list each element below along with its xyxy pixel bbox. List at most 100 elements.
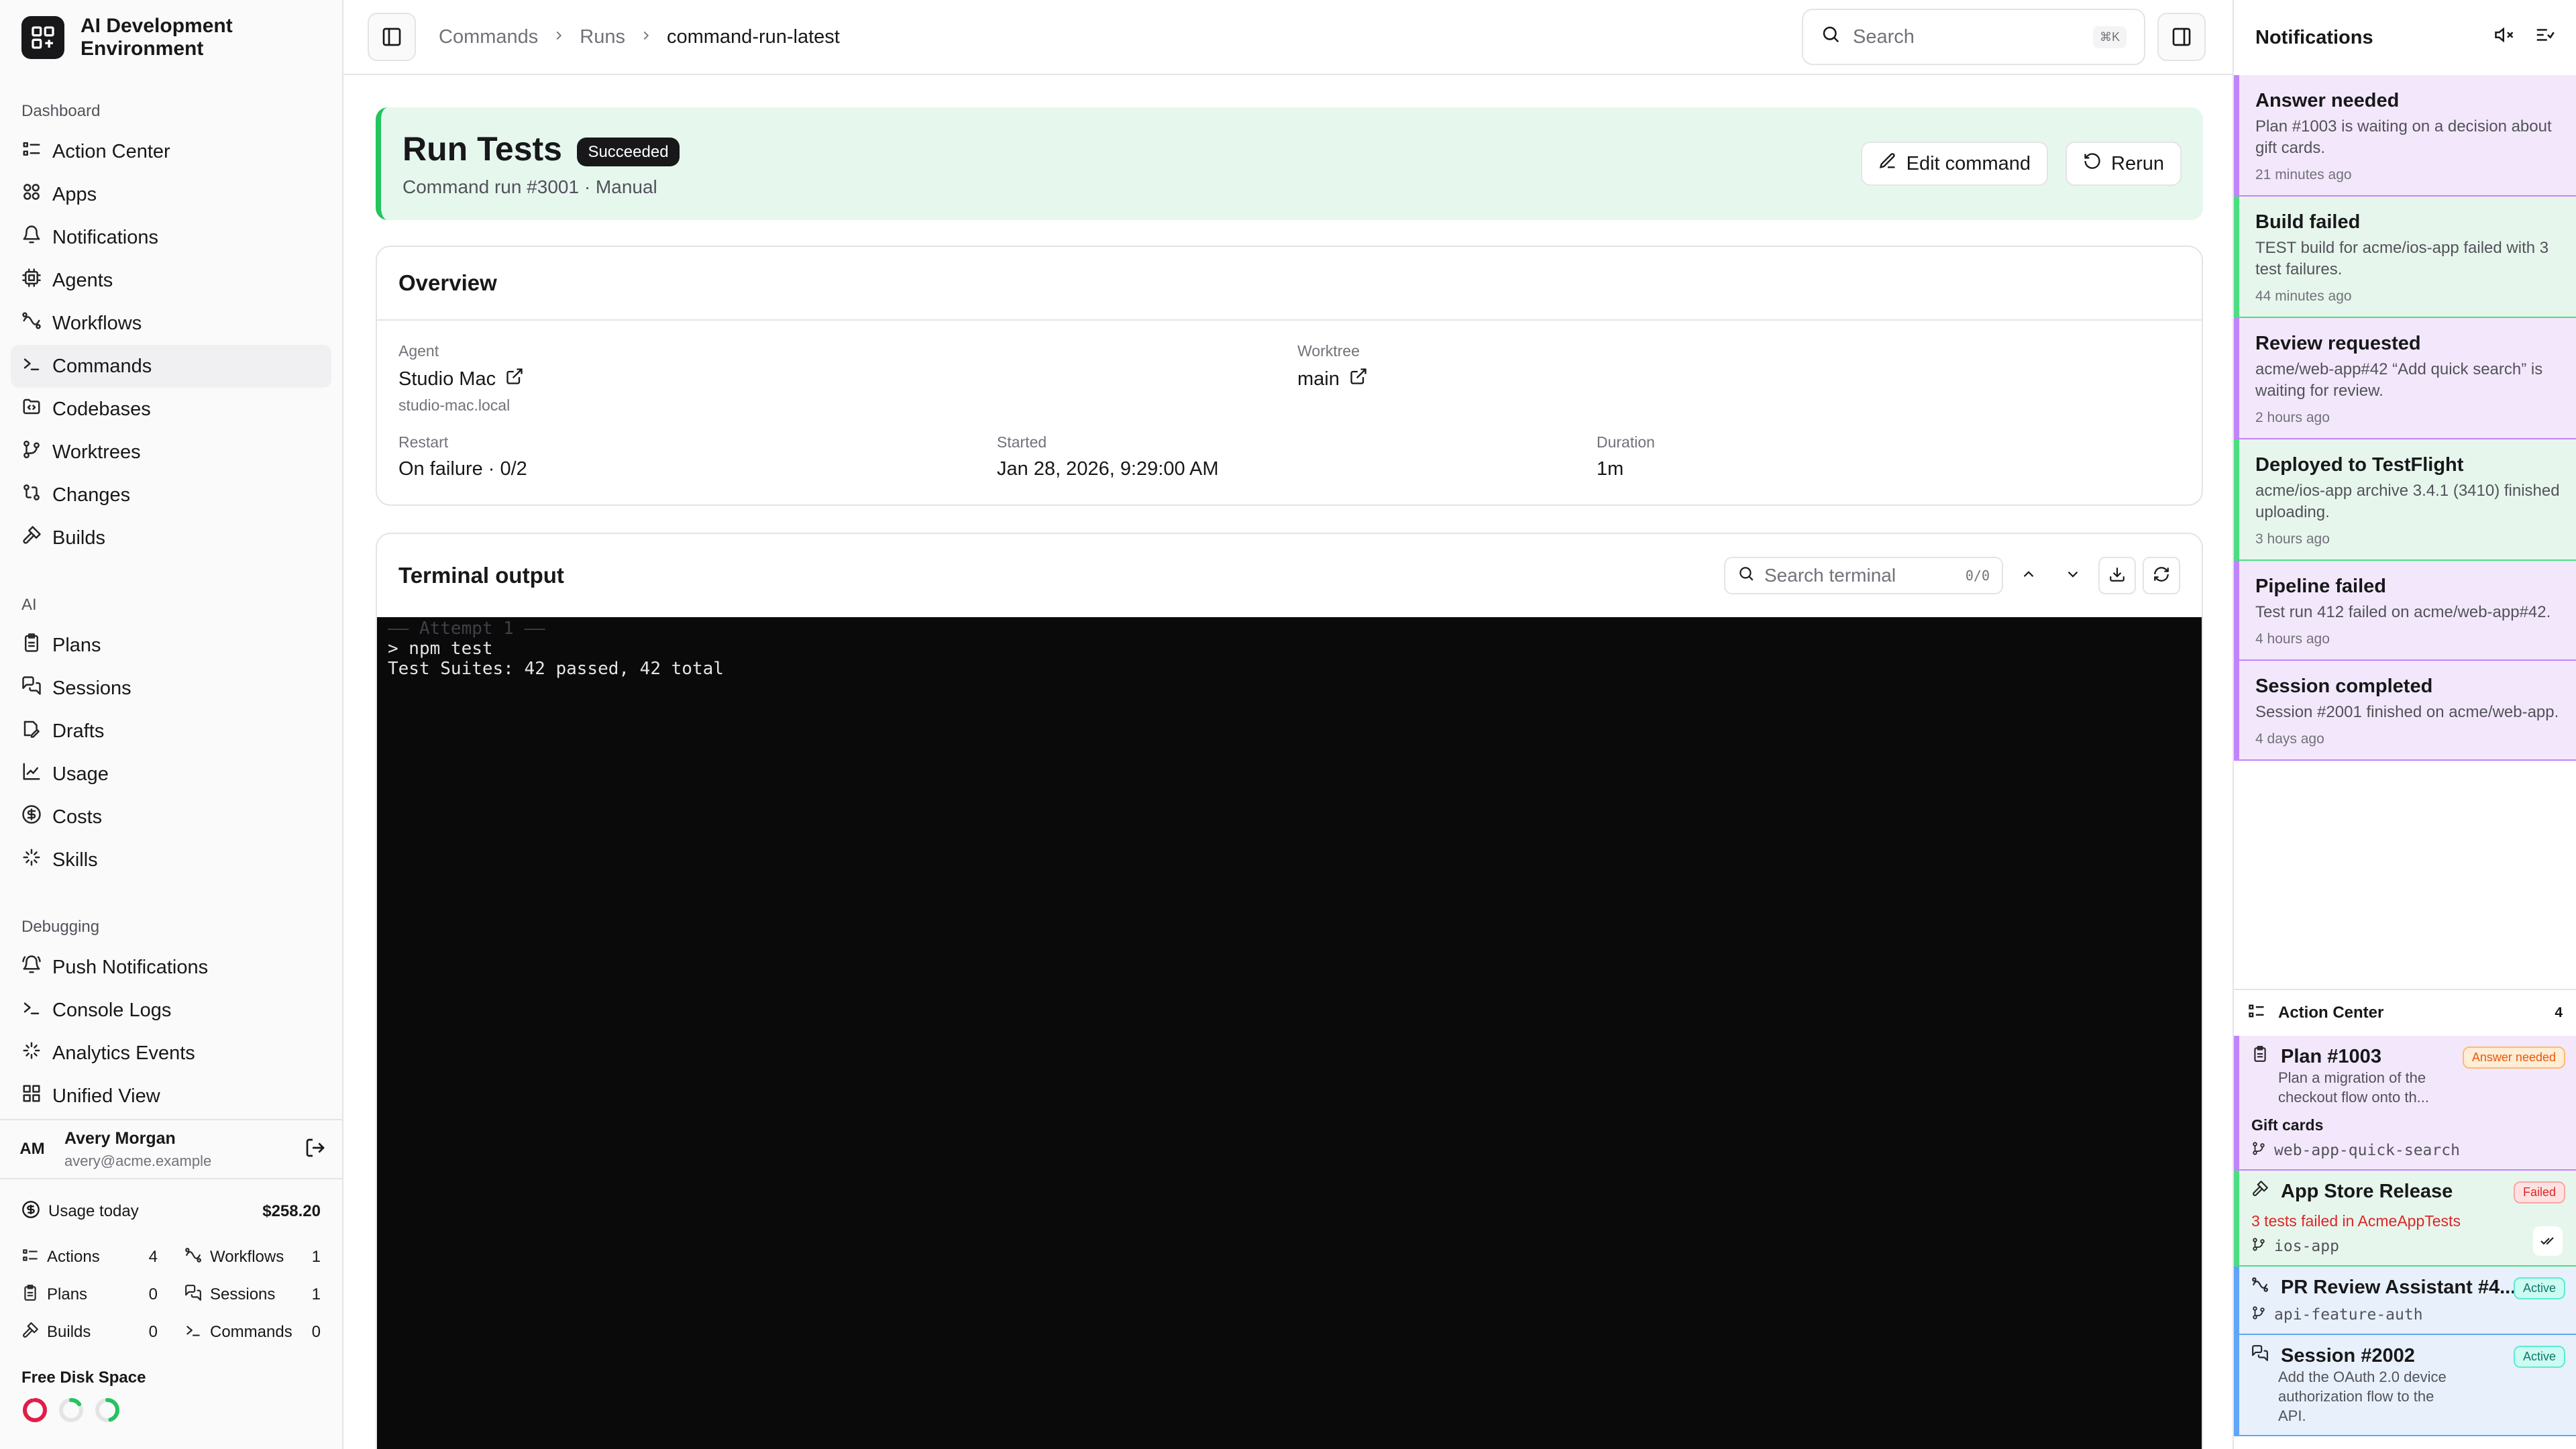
action-item[interactable]: Plan #1003 Answer needed Plan a migration… [2234, 1036, 2576, 1171]
sparkle-icon [21, 1040, 42, 1066]
sidebar-item-sessions[interactable]: Sessions [11, 667, 331, 710]
toggle-panel-button[interactable] [2157, 13, 2206, 61]
external-link-icon[interactable] [505, 367, 524, 391]
sidebar-item-push-notifications[interactable]: Push Notifications [11, 946, 331, 989]
check-icon[interactable] [2533, 1226, 2563, 1256]
sidebar-item-label: Codebases [52, 398, 151, 420]
notification-item[interactable]: Session completed Session #2001 finished… [2234, 661, 2576, 761]
terminal-card: Terminal output Search terminal 0/0 —— A… [376, 533, 2203, 1449]
mute-icon[interactable] [2494, 25, 2514, 50]
user-name: Avery Morgan [64, 1128, 176, 1148]
sidebar-item-action-center[interactable]: Action Center [11, 130, 331, 173]
brand[interactable]: AI Development Environment [0, 0, 342, 75]
download-log-button[interactable] [2098, 557, 2136, 594]
stat-commands: Commands 0 [184, 1313, 321, 1351]
agent-host: studio-mac.local [398, 396, 511, 414]
logout-icon[interactable] [305, 1137, 326, 1162]
action-item[interactable]: Session #2002 Active Add the OAuth 2.0 de… [2234, 1335, 2576, 1436]
sidebar-item-label: Action Center [52, 140, 170, 162]
terminal-output[interactable]: —— Attempt 1 —— > npm test Test Suites: 42… [377, 617, 2202, 1449]
stat-label: Builds [47, 1323, 91, 1341]
notification-time: 2 hours ago [2255, 410, 2330, 425]
notification-title: Deployed to TestFlight [2255, 454, 2464, 476]
notification-item[interactable]: Deployed to TestFlight acme/ios-app arch… [2234, 439, 2576, 561]
sidebar-item-commands[interactable]: Commands [11, 345, 331, 388]
sidebar-item-usage[interactable]: Usage [11, 753, 331, 796]
sidebar-item-label: Skills [52, 849, 98, 871]
terminal-icon [21, 354, 42, 379]
action-item-error: 3 tests failed in AcmeAppTests [2251, 1212, 2461, 1230]
notification-time: 4 hours ago [2255, 631, 2330, 647]
rerun-button[interactable]: Rerun [2065, 142, 2182, 186]
terminal-icon [184, 1322, 202, 1344]
toggle-sidebar-button[interactable] [368, 13, 416, 61]
sidebar-item-codebases[interactable]: Codebases [11, 388, 331, 431]
refresh-log-button[interactable] [2143, 557, 2180, 594]
sidebar-item-worktrees[interactable]: Worktrees [11, 431, 331, 474]
disk-label: Free Disk Space [21, 1368, 146, 1387]
sidebar-item-builds[interactable]: Builds [11, 517, 331, 559]
list-check-icon [21, 139, 42, 164]
disk-ring-0 [23, 1398, 47, 1422]
action-center: Action Center 4 Plan #1003 Answer needed… [2234, 989, 2576, 1436]
sidebar-item-console-logs[interactable]: Console Logs [11, 989, 331, 1032]
sidebar-item-skills[interactable]: Skills [11, 839, 331, 881]
edit-command-button[interactable]: Edit command [1860, 142, 2048, 186]
notification-title: Pipeline failed [2255, 576, 2386, 597]
worktree-value[interactable]: main [1297, 368, 1340, 390]
sidebar-item-analytics-events[interactable]: Analytics Events [11, 1032, 331, 1075]
notification-item[interactable]: Review requested acme/web-app#42 “Add qu… [2234, 318, 2576, 439]
action-item[interactable]: PR Review Assistant #4... Active api-feat… [2234, 1267, 2576, 1335]
started-label: Started [997, 433, 1047, 451]
sidebar-item-label: Plans [52, 634, 101, 656]
action-item-title: App Store Release [2281, 1180, 2453, 1202]
next-match-button[interactable] [2054, 557, 2092, 594]
search-icon [1737, 565, 1755, 587]
sidebar-item-label: Commands [52, 355, 152, 377]
notification-title: Build failed [2255, 211, 2361, 233]
breadcrumb-runs[interactable]: Runs [580, 26, 625, 48]
run-subtitle: Command run #3001 · Manual [402, 176, 657, 197]
sidebar-item-costs[interactable]: Costs [11, 796, 331, 839]
sidebar-item-drafts[interactable]: Drafts [11, 710, 331, 753]
hammer-icon [21, 525, 42, 551]
chevron-right-icon [639, 26, 653, 48]
terminal-title: Terminal output [398, 563, 564, 588]
sidebar-item-notifications[interactable]: Notifications [11, 216, 331, 259]
sidebar-item-changes[interactable]: Changes [11, 474, 331, 517]
restart-value: On failure · 0/2 [398, 458, 527, 480]
sidebar-item-apps[interactable]: Apps [11, 173, 331, 216]
rotate-icon [2083, 152, 2102, 176]
section-0-label: Dashboard [21, 102, 101, 120]
notification-title: Review requested [2255, 333, 2421, 354]
restart-field: Restart On failure · 0/2 [398, 433, 527, 480]
search-placeholder: Search [1853, 25, 1915, 48]
agent-value[interactable]: Studio Mac [398, 368, 496, 390]
sidebar-item-label: Console Logs [52, 999, 172, 1021]
stat-workflows: Workflows 1 [184, 1238, 321, 1276]
sidebar-item-agents[interactable]: Agents [11, 259, 331, 302]
started-value: Jan 28, 2026, 9:29:00 AM [997, 458, 1219, 480]
external-link-icon[interactable] [1349, 367, 1368, 391]
draft-icon [21, 718, 42, 744]
notification-item[interactable]: Pipeline failed Test run 412 failed on a… [2234, 561, 2576, 661]
action-item[interactable]: App Store Release Failed 3 tests failed i… [2234, 1171, 2576, 1267]
mark-all-read-icon[interactable] [2534, 25, 2555, 50]
previous-match-button[interactable] [2010, 557, 2047, 594]
breadcrumb-commands[interactable]: Commands [439, 26, 538, 48]
stat-value: 4 [148, 1248, 158, 1266]
search-input[interactable]: Search ⌘K [1802, 9, 2145, 65]
notification-item[interactable]: Build failed TEST build for acme/ios-app… [2234, 197, 2576, 318]
notification-item[interactable]: Answer needed Plan #1003 is waiting on a… [2234, 75, 2576, 197]
chart-icon [21, 761, 42, 787]
sidebar-item-label: Builds [52, 527, 105, 549]
status-badge: Answer needed [2462, 1046, 2565, 1069]
sidebar-item-unified-view[interactable]: Unified View [11, 1075, 331, 1118]
terminal-search-input[interactable]: Search terminal 0/0 [1724, 557, 2003, 594]
sidebar-item-plans[interactable]: Plans [11, 624, 331, 667]
action-item-title: PR Review Assistant #4... [2281, 1276, 2516, 1298]
download-icon [2108, 563, 2126, 588]
run-title: Run Tests [402, 130, 562, 168]
duration-value: 1m [1597, 458, 1624, 480]
sidebar-item-workflows[interactable]: Workflows [11, 302, 331, 345]
